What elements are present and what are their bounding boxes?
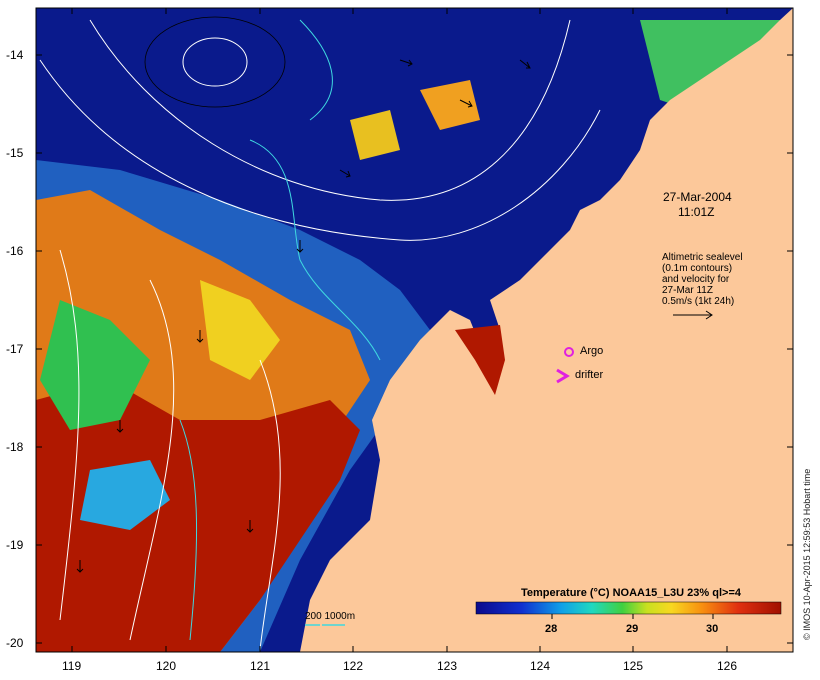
- lon-label: 123: [437, 659, 458, 673]
- lon-label: 120: [156, 659, 177, 673]
- colorbar-tick-label: 30: [706, 623, 719, 635]
- lon-label: 121: [250, 659, 271, 673]
- drifter-label: drifter: [575, 369, 604, 381]
- colorbar: [475, 601, 782, 615]
- altimetry-line: 27-Mar 11Z: [662, 285, 713, 296]
- altimetry-line: (0.1m contours): [662, 263, 733, 274]
- date-label: 27-Mar-2004: [663, 190, 732, 204]
- colorbar-title: Temperature (°C) NOAA15_L3U 23% ql>=4: [521, 587, 741, 599]
- colorbar-tick-label: 28: [545, 623, 558, 635]
- altimetry-line: 0.5m/s (1kt 24h): [662, 296, 735, 307]
- bathymetry-label: 200 1000m: [305, 611, 356, 622]
- sst-field: [36, 8, 793, 652]
- argo-label: Argo: [580, 345, 604, 357]
- lat-label: -14: [6, 48, 24, 62]
- altimetry-line: and velocity for: [662, 274, 730, 285]
- colorbar-tick-label: 29: [626, 623, 639, 635]
- lat-label: -20: [6, 636, 24, 650]
- lon-label: 119: [62, 659, 82, 673]
- lon-label: 125: [623, 659, 644, 673]
- lat-label: -15: [6, 146, 24, 160]
- timestamp-stamp: © IMOS 10-Apr-2015 12:59:53 Hobart time: [802, 468, 812, 640]
- time-label: 11:01Z: [678, 205, 715, 219]
- altimetry-line: Altimetric sealevel: [662, 252, 743, 263]
- lon-label: 122: [343, 659, 364, 673]
- lat-label: -16: [6, 244, 24, 258]
- sst-map: [35, 7, 794, 653]
- lon-label: 126: [717, 659, 738, 673]
- lat-label: -19: [6, 538, 24, 552]
- lat-label: -17: [6, 342, 24, 356]
- lon-label: 124: [530, 659, 551, 673]
- lat-label: -18: [6, 440, 24, 454]
